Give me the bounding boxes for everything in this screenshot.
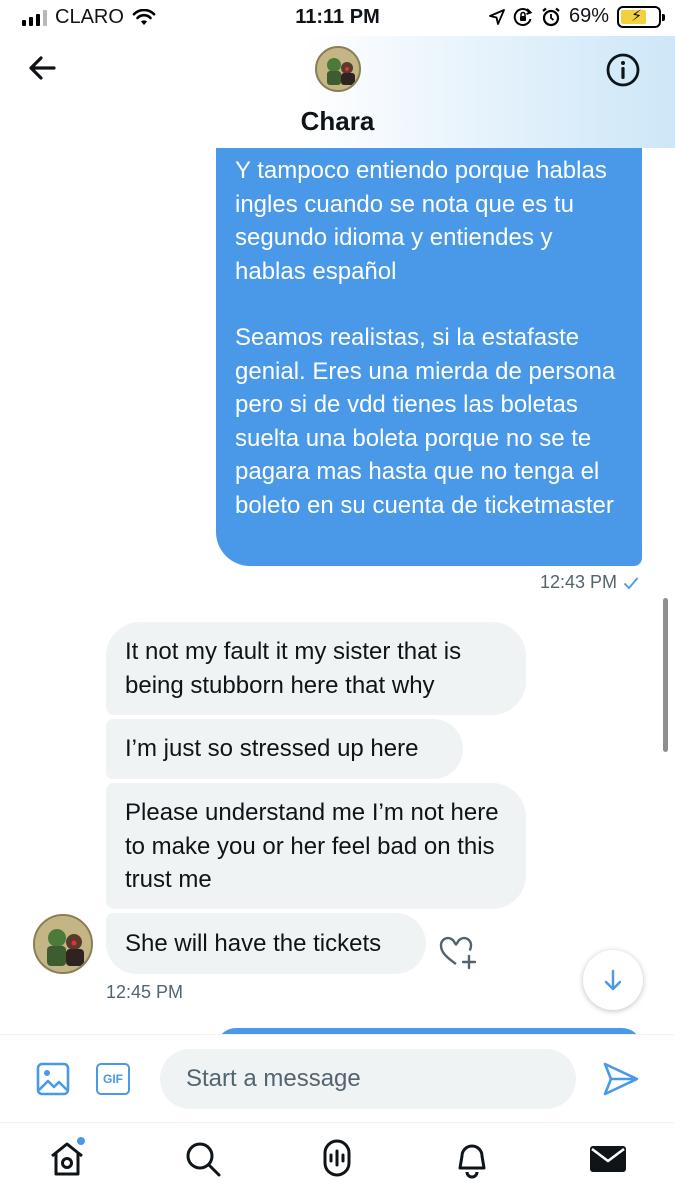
message-text: Seamos realistas, si la estafaste genial… — [235, 324, 616, 519]
battery-icon: ⚡ — [617, 5, 665, 28]
timestamp-text: 12:43 PM — [539, 572, 617, 592]
avatar[interactable] — [33, 914, 93, 974]
info-circle-icon[interactable] — [605, 52, 641, 88]
messages-icon — [590, 1146, 626, 1172]
send-icon[interactable] — [602, 1061, 640, 1097]
nav-notifications[interactable] — [450, 1137, 494, 1181]
orientation-lock-icon — [513, 7, 533, 26]
status-right: 69% ⚡ — [489, 5, 665, 28]
spaces-icon — [323, 1139, 351, 1177]
received-message-bubble[interactable]: Please understand me I’m not here to mak… — [106, 783, 526, 909]
message-text: Please understand me I’m not here to mak… — [125, 799, 499, 893]
scrollbar[interactable] — [663, 598, 668, 752]
bottom-nav — [0, 1122, 675, 1200]
message-text: She will have the tickets — [125, 930, 382, 957]
received-message-bubble[interactable]: It not my fault it my sister that is bei… — [106, 622, 526, 715]
avatar-image — [317, 48, 359, 90]
message-timestamp: 12:43 PM — [540, 572, 639, 593]
battery-percent: 69% — [568, 5, 609, 27]
heart-add-icon[interactable] — [438, 934, 478, 970]
nav-messages[interactable] — [586, 1137, 630, 1181]
alarm-icon — [542, 7, 560, 26]
sent-message-bubble[interactable]: Y tampoco entiendo porque hablas ingles … — [216, 148, 642, 566]
message-text: It not my fault it my sister that is bei… — [125, 638, 462, 699]
nav-spaces[interactable] — [315, 1137, 359, 1181]
received-message-bubble[interactable]: She will have the tickets — [106, 913, 426, 974]
notifications-icon — [458, 1144, 486, 1179]
message-composer: GIF — [0, 1034, 675, 1122]
image-icon[interactable] — [35, 1061, 71, 1097]
avatar-image — [35, 916, 91, 972]
message-timestamp: 12:45 PM — [106, 982, 184, 1002]
status-bar: CLARO 11:11 PM 69% ⚡ — [0, 0, 675, 36]
arrow-down-icon — [604, 969, 622, 991]
arrow-left-icon[interactable] — [24, 50, 60, 86]
message-input[interactable] — [160, 1049, 576, 1109]
notification-dot — [77, 1137, 85, 1145]
received-message-bubble[interactable]: I’m just so stressed up here — [106, 719, 463, 779]
conversation-header: Chara — [0, 36, 675, 148]
nav-home[interactable] — [45, 1137, 89, 1181]
message-text: I’m just so stressed up here — [125, 735, 419, 762]
gif-button[interactable]: GIF — [96, 1063, 130, 1095]
home-icon — [51, 1142, 83, 1176]
message-text: Y tampoco entiendo porque hablas ingles … — [235, 157, 607, 285]
search-icon — [186, 1142, 221, 1177]
nav-search[interactable] — [181, 1137, 225, 1181]
page-title[interactable]: Chara — [0, 106, 675, 137]
scroll-to-bottom-button[interactable] — [583, 950, 643, 1010]
location-icon — [489, 8, 505, 25]
check-icon — [623, 576, 639, 589]
charging-bolt-icon: ⚡ — [631, 7, 643, 25]
avatar[interactable] — [315, 46, 361, 92]
